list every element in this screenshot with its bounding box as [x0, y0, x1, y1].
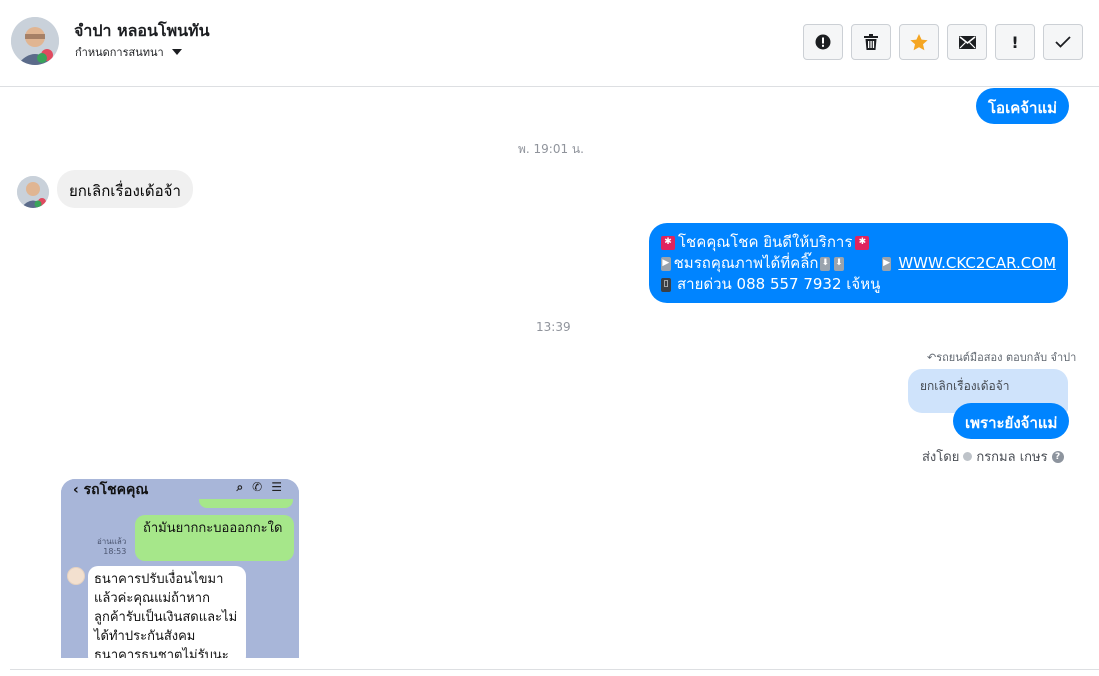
- play-icon: ▶: [661, 256, 671, 271]
- promo-line-3: ▯ สายด่วน 088 557 7932 เจ้หนู: [661, 274, 1056, 295]
- promo-message[interactable]: ✱ โชคคุณโชค ยินดีให้บริการ ✱ ▶ ชมรถคุณภา…: [649, 223, 1068, 303]
- reply-meta: ↶รถยนต์มือสอง ตอบกลับ จำปา: [927, 348, 1076, 366]
- phone-icon: ▯: [661, 277, 671, 292]
- exclamation-icon: !: [1011, 32, 1019, 52]
- outgoing-message[interactable]: โอเคจ้าแม่: [976, 88, 1069, 124]
- delete-button[interactable]: [851, 24, 891, 60]
- done-button[interactable]: [1043, 24, 1083, 60]
- promo-line-3-text: สายด่วน 088 557 7932 เจ้หนู: [677, 275, 881, 293]
- down-arrow-icon: ⬇: [820, 256, 831, 271]
- attachment-white-message: ธนาคารปรับเงื่อนไขมาแล้วค่ะคุณแม่ถ้าหากล…: [88, 566, 246, 658]
- attachment-header-icons: ⌕✆☰: [236, 480, 291, 494]
- reply-arrow-icon: ↶: [927, 351, 937, 364]
- play-icon: ▶: [881, 256, 892, 271]
- attachment-avatar: [67, 567, 85, 585]
- promo-line-1-text: โชคคุณโชค ยินดีให้บริการ: [678, 233, 853, 251]
- attachment-previous-bubble: [199, 499, 293, 508]
- attachment-green-message: ถ้ามันยากกะบอออกกะใด: [135, 515, 294, 561]
- check-icon: [1055, 36, 1071, 48]
- message-timestamp: พ. 19:01 น.: [518, 142, 584, 156]
- attachment-chat-title: ‹ รถโชคคุณ: [73, 482, 149, 498]
- important-button[interactable]: !: [995, 24, 1035, 60]
- website-link[interactable]: WWW.CKC2CAR.COM: [898, 253, 1056, 274]
- page-badge-icon: [963, 452, 973, 461]
- reply-meta-text: รถยนต์มือสอง ตอบกลับ จำปา: [936, 351, 1077, 364]
- anger-symbol-icon: ✱: [661, 235, 675, 250]
- trash-icon: [864, 34, 878, 50]
- conversation-settings-label: กำหนดการสนทนา: [75, 46, 164, 59]
- promo-line-2: ▶ ชมรถคุณภาพได้ที่คลิ๊ก ⬇ ⬇ ▶ WWW.CKC2CA…: [661, 253, 1056, 274]
- attachment-chat-header: ‹ รถโชคคุณ ⌕✆☰: [61, 479, 299, 499]
- conversation-settings[interactable]: กำหนดการสนทนา: [75, 43, 182, 61]
- sent-by-label: ส่งโดย: [922, 450, 960, 465]
- mark-unread-button[interactable]: [947, 24, 987, 60]
- anger-symbol-icon: ✱: [855, 235, 870, 250]
- alert-circle-icon: [815, 34, 831, 50]
- sent-by-info: ส่งโดย กรกมล เกษร ?: [922, 446, 1064, 467]
- promo-line-1: ✱ โชคคุณโชค ยินดีให้บริการ ✱: [661, 232, 1056, 253]
- composer-divider: [10, 669, 1099, 670]
- chevron-down-icon: [171, 49, 182, 55]
- image-attachment[interactable]: ‹ รถโชคคุณ ⌕✆☰ อ่านแล้ว 18:53 ถ้ามันยากก…: [61, 479, 299, 658]
- sent-by-name: กรกมล เกษร: [976, 450, 1048, 465]
- star-icon: [910, 33, 928, 51]
- contact-name[interactable]: จำปา หลอนโพนทัน: [74, 19, 210, 44]
- incoming-message[interactable]: ยกเลิกเรื่องเด้อจ้า: [57, 170, 193, 208]
- conversation-header: จำปา หลอนโพนทัน กำหนดการสนทนา !: [0, 0, 1099, 87]
- promo-line-2-text: ชมรถคุณภาพได้ที่คลิ๊ก: [673, 254, 819, 272]
- envelope-icon: [958, 35, 976, 49]
- outgoing-reply-message[interactable]: เพราะยังจ้าแม่: [953, 403, 1070, 439]
- header-toolbar: !: [803, 24, 1083, 60]
- star-button[interactable]: [899, 24, 939, 60]
- message-timestamp: 13:39: [536, 320, 571, 334]
- contact-avatar[interactable]: [11, 17, 59, 65]
- sender-avatar[interactable]: [17, 176, 49, 208]
- report-button[interactable]: [803, 24, 843, 60]
- help-icon[interactable]: ?: [1051, 450, 1064, 463]
- down-arrow-icon: ⬇: [834, 256, 844, 271]
- attachment-read-receipt: อ่านแล้ว 18:53: [97, 537, 127, 556]
